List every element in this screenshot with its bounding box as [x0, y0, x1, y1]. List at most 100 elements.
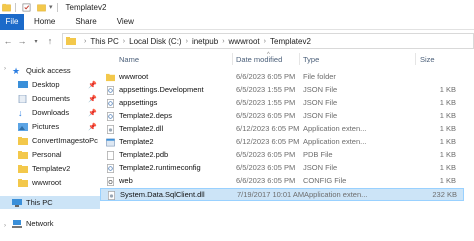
nav-item-convertimagestopc[interactable]: ConvertImagestoPc [0, 134, 100, 147]
breadcrumb-inetpub[interactable]: inetpub [192, 37, 218, 46]
file-date: 6/12/2023 6:05 PM [236, 124, 300, 133]
nav-item-wwwroot[interactable]: wwwroot [0, 176, 100, 189]
file-row[interactable]: web 6/6/2023 6:05 PM CONFIG File 1 KB [100, 175, 464, 187]
pin-icon[interactable]: 📌 [88, 81, 97, 89]
column-header-type[interactable]: Type [303, 55, 319, 64]
window-title: Templatev2 [65, 2, 107, 12]
pdb-file-icon [107, 151, 114, 160]
column-header-size[interactable]: Size [420, 55, 435, 64]
file-date: 6/6/2023 6:05 PM [236, 176, 296, 185]
file-size: 1 KB [439, 176, 456, 185]
folder-icon [2, 3, 11, 11]
pin-icon[interactable]: 📌 [88, 109, 97, 117]
tab-view[interactable]: View [107, 17, 144, 26]
file-row[interactable]: Template2.dll 6/12/2023 6:05 PM Applicat… [100, 123, 464, 135]
file-row[interactable]: Template2.runtimeconfig 6/5/2023 6:05 PM… [100, 162, 464, 174]
nav-label: This PC [26, 198, 53, 207]
dll-file-icon [107, 125, 114, 134]
new-folder-icon[interactable] [37, 3, 46, 12]
back-arrow-icon[interactable]: ← [2, 35, 14, 47]
column-header-date[interactable]: Date modified [236, 55, 282, 64]
breadcrumb-separator[interactable]: › [123, 38, 125, 45]
nav-label: Quick access [26, 66, 71, 75]
nav-label: Pictures [32, 122, 60, 131]
file-row[interactable]: Template2.deps 6/5/2023 6:05 PM JSON Fil… [100, 110, 464, 122]
nav-item-documents[interactable]: Documents 📌 [0, 92, 100, 105]
folder-icon [18, 178, 28, 187]
file-size: 1 KB [439, 85, 456, 94]
dll-file-icon [108, 191, 115, 200]
folder-icon [18, 164, 28, 173]
file-row[interactable]: wwwroot 6/6/2023 6:05 PM File folder [100, 71, 464, 83]
file-size: 1 KB [439, 98, 456, 107]
file-date: 6/5/2023 6:05 PM [236, 163, 296, 172]
file-name: web [119, 176, 133, 185]
file-size: 1 KB [439, 124, 456, 133]
file-name: Template2.dll [119, 124, 164, 133]
properties-icon[interactable] [22, 3, 31, 12]
nav-quick-access[interactable]: ★ Quick access [0, 64, 100, 77]
address-bar[interactable]: › This PC › Local Disk (C:) › inetpub › … [62, 33, 474, 49]
json-file-icon [107, 86, 114, 95]
tab-file[interactable]: File [0, 13, 24, 30]
tab-share[interactable]: Share [65, 17, 106, 26]
breadcrumb-templatev2[interactable]: Templatev2 [270, 37, 311, 46]
file-row[interactable]: appsettings 6/5/2023 1:55 PM JSON File 1… [100, 97, 464, 109]
nav-item-templatev2[interactable]: Templatev2 [0, 162, 100, 175]
forward-arrow-icon[interactable]: → [16, 35, 28, 47]
nav-item-downloads[interactable]: ↓ Downloads 📌 [0, 106, 100, 119]
breadcrumb-separator[interactable]: › [186, 38, 188, 45]
breadcrumb-local-disk[interactable]: Local Disk (C:) [129, 37, 181, 46]
nav-item-desktop[interactable]: Desktop 📌 [0, 78, 100, 91]
breadcrumb-separator[interactable]: › [264, 38, 266, 45]
star-icon: ★ [12, 65, 21, 76]
column-header-name[interactable]: Name [119, 55, 139, 64]
application-icon [106, 138, 115, 147]
file-name: appsettings [119, 98, 158, 107]
column-resize-handle[interactable] [232, 53, 233, 65]
nav-label: Desktop [32, 80, 60, 89]
file-type: JSON File [303, 111, 338, 120]
quick-access-toolbar-dropdown-icon[interactable]: ▾ [49, 3, 53, 11]
json-file-icon [107, 99, 114, 108]
column-resize-handle[interactable] [299, 53, 300, 65]
breadcrumb-wwwroot[interactable]: wwwroot [229, 37, 260, 46]
breadcrumb-this-pc[interactable]: This PC [90, 37, 118, 46]
up-arrow-icon[interactable]: ↑ [44, 35, 56, 47]
file-name: System.Data.SqlClient.dll [120, 190, 205, 199]
file-date: 6/5/2023 1:55 PM [236, 85, 296, 94]
file-type: PDB File [303, 150, 333, 159]
recent-locations-icon[interactable]: ▾ [30, 35, 42, 47]
column-resize-handle[interactable] [415, 53, 416, 65]
file-date: 6/5/2023 6:05 PM [236, 150, 296, 159]
column-headers: ^ Name Date modified Type Size [100, 52, 474, 67]
download-arrow-icon: ↓ [18, 107, 23, 118]
file-size: 1 KB [439, 137, 456, 146]
nav-item-personal[interactable]: Personal [0, 148, 100, 161]
computer-icon [12, 198, 22, 207]
file-type: JSON File [303, 163, 338, 172]
title-separator [15, 2, 16, 12]
documents-icon [18, 94, 27, 103]
nav-item-pictures[interactable]: Pictures 📌 [0, 120, 100, 133]
navigation-bar: ← → ▾ ↑ › This PC › Local Disk (C:) › in… [0, 30, 474, 52]
file-row-selected[interactable]: System.Data.SqlClient.dll 7/19/2017 10:0… [100, 188, 464, 201]
nav-label: ConvertImagestoPc [32, 136, 98, 145]
nav-network[interactable]: Network [0, 217, 100, 230]
nav-label: Personal [32, 150, 62, 159]
tab-home[interactable]: Home [24, 17, 65, 26]
file-name: Template2 [119, 137, 154, 146]
nav-this-pc[interactable]: This PC [0, 196, 100, 209]
pin-icon[interactable]: 📌 [88, 95, 97, 103]
navigation-pane: › ★ Quick access Desktop 📌 Documents 📌 ↓… [0, 60, 100, 241]
file-row[interactable]: Template2.pdb 6/5/2023 6:05 PM PDB File … [100, 149, 464, 161]
breadcrumb-separator[interactable]: › [222, 38, 224, 45]
desktop-icon [18, 80, 28, 88]
file-row[interactable]: appsettings.Development 6/5/2023 1:55 PM… [100, 84, 464, 96]
file-type: Application exten... [304, 190, 368, 199]
file-date: 7/19/2017 10:01 AM [237, 190, 305, 199]
ribbon-tabs: File Home Share View [0, 13, 474, 30]
file-row[interactable]: Template2 6/12/2023 6:05 PM Application … [100, 136, 464, 148]
file-type: File folder [303, 72, 336, 81]
pin-icon[interactable]: 📌 [88, 123, 97, 131]
